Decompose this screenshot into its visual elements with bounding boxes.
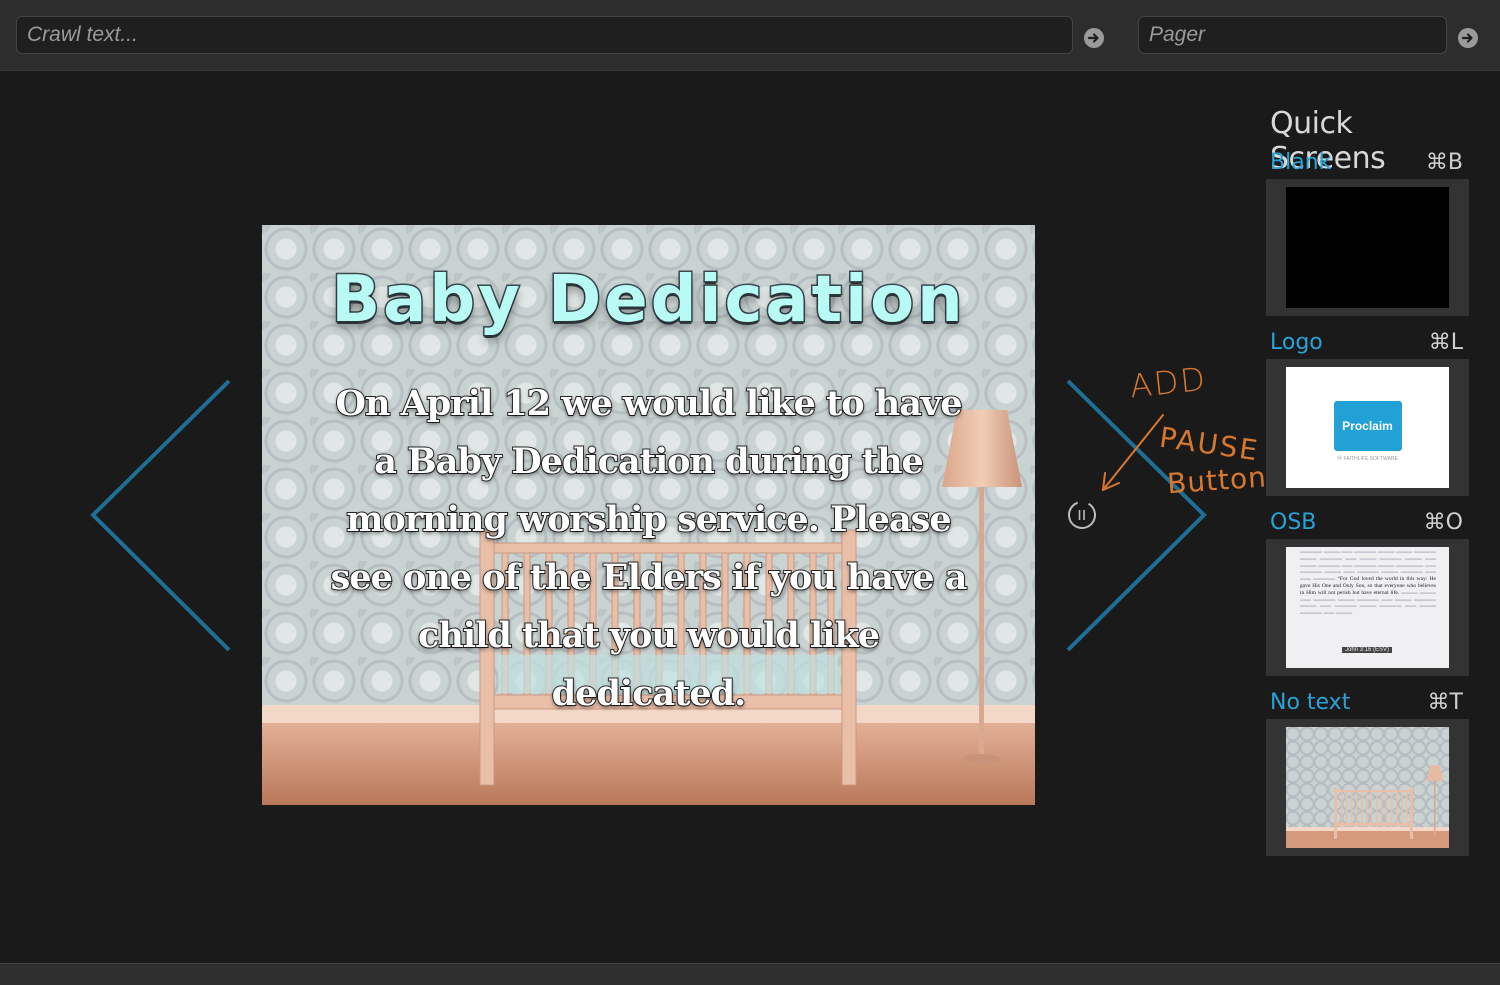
slide-title: Baby Dedication	[330, 262, 966, 339]
keyboard-shortcut: ⌘B	[1425, 150, 1463, 175]
thumbnail-frame	[1266, 719, 1469, 856]
slide-body-line: On April 12 we would like to have	[334, 382, 963, 425]
pause-icon	[1068, 501, 1096, 529]
thumbnail-frame: Proclaim Ⓜ FAITHLIFE SOFTWARE	[1266, 359, 1469, 496]
thumbnail-frame	[1266, 179, 1469, 316]
quick-screen-label: No text	[1270, 690, 1351, 715]
pause-button[interactable]	[1067, 500, 1097, 530]
arrow-right-icon	[1461, 33, 1473, 43]
nursery-thumbnail-image	[1286, 765, 1449, 848]
quick-screen-no-text[interactable]: No text ⌘T	[1266, 690, 1469, 856]
pager-submit-button[interactable]	[1458, 28, 1478, 48]
annotation-line: PAUSE	[1157, 421, 1261, 468]
previous-slide-button[interactable]	[88, 378, 234, 654]
logo-subtitle: Ⓜ FAITHLIFE SOFTWARE	[1337, 456, 1398, 462]
slide-body-text: On April 12 we would like to have a Baby…	[282, 375, 1015, 723]
quick-screen-label: Blank	[1270, 150, 1332, 175]
no-text-thumbnail	[1286, 727, 1449, 848]
logo-thumbnail: Proclaim Ⓜ FAITHLIFE SOFTWARE	[1286, 367, 1449, 488]
annotation-line: ADD	[1128, 360, 1209, 406]
slide-body-line: morning worship service. Please	[345, 498, 952, 541]
blank-thumbnail	[1286, 187, 1449, 308]
thumbnail-frame: ▬▬▬▬ ▬▬▬ ▬▬ ▬▬▬▬ ▬▬▬ ▬▬▬ ▬▬▬▬ ▬▬▬ ▬▬▬▬ ▬…	[1266, 539, 1469, 676]
keyboard-shortcut: ⌘O	[1423, 510, 1463, 535]
quick-screen-label: OSB	[1270, 510, 1317, 535]
crawl-text-input[interactable]	[16, 16, 1073, 54]
quick-screen-osb[interactable]: OSB ⌘O ▬▬▬▬ ▬▬▬ ▬▬ ▬▬▬▬ ▬▬▬ ▬▬▬ ▬▬▬▬ ▬▬▬…	[1266, 510, 1469, 676]
verse-reference: John 3:16 (ESV)	[1342, 647, 1393, 653]
bottom-status-bar	[0, 963, 1500, 985]
chevron-left-icon	[90, 379, 231, 652]
arrow-right-icon	[1087, 33, 1099, 43]
pager-input[interactable]	[1138, 16, 1447, 54]
osb-thumbnail: ▬▬▬▬ ▬▬▬ ▬▬ ▬▬▬▬ ▬▬▬ ▬▬▬ ▬▬▬▬ ▬▬▬ ▬▬▬▬ ▬…	[1286, 547, 1449, 668]
crawl-submit-button[interactable]	[1084, 28, 1104, 48]
proclaim-logo: Proclaim	[1333, 401, 1402, 451]
slide-body-line: dedicated.	[551, 672, 748, 715]
osb-verse-text: ▬▬▬▬ ▬▬▬ ▬▬ ▬▬▬▬ ▬▬▬ ▬▬▬ ▬▬▬▬ ▬▬▬ ▬▬▬▬ ▬…	[1300, 549, 1437, 617]
slide-body-line: see one of the Elders if you have a	[330, 556, 969, 599]
quick-screen-blank[interactable]: Blank ⌘B	[1266, 150, 1469, 316]
keyboard-shortcut: ⌘T	[1427, 690, 1463, 715]
current-slide-preview: Baby Dedication On April 12 we would lik…	[262, 225, 1035, 805]
annotation-line: Button	[1166, 460, 1268, 500]
top-toolbar	[0, 0, 1500, 71]
slide-body-line: a Baby Dedication during the	[373, 440, 925, 483]
quick-screen-logo[interactable]: Logo ⌘L Proclaim Ⓜ FAITHLIFE SOFTWARE	[1266, 330, 1469, 496]
quick-screen-label: Logo	[1270, 330, 1323, 355]
keyboard-shortcut: ⌘L	[1428, 330, 1463, 355]
slide-body-line: child that you would like	[417, 614, 881, 657]
